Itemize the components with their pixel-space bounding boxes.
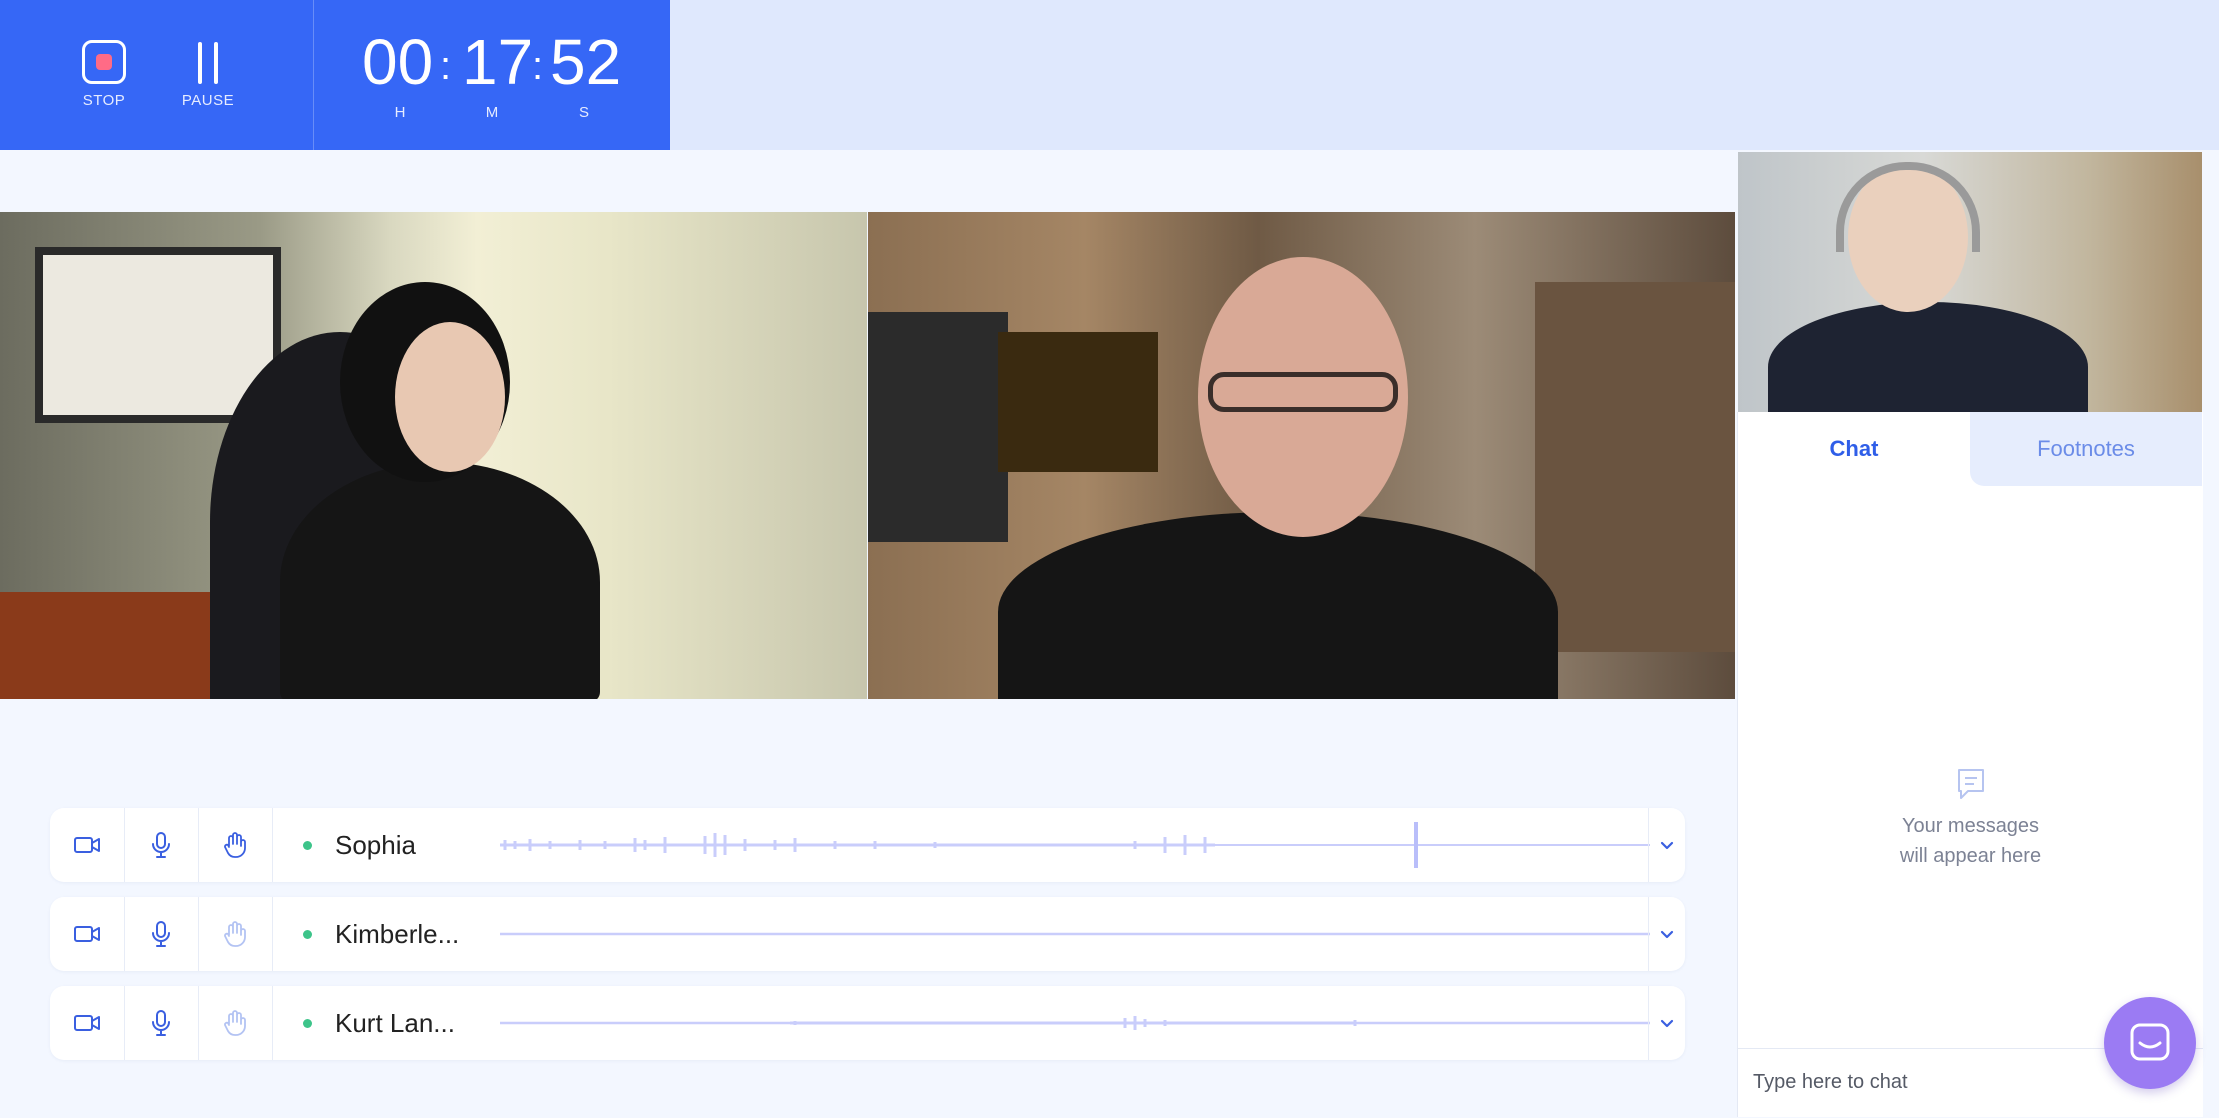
participant-name: Sophia (335, 830, 416, 860)
expand-track-button[interactable] (1648, 808, 1685, 882)
timer-minutes: 17 (462, 26, 534, 98)
track-row: Kurt Lan... (50, 986, 1685, 1060)
mic-toggle[interactable] (124, 986, 199, 1060)
person-body (280, 462, 600, 699)
participant-name: Kimberle... (335, 919, 460, 949)
minutes-label: M (485, 104, 499, 121)
hand-icon (224, 1010, 246, 1036)
video-tile-self (1738, 152, 2202, 412)
seconds-label: S (578, 104, 589, 121)
headphones (1836, 162, 1980, 252)
track-row: Sophia (50, 808, 1685, 882)
raise-hand-toggle[interactable] (198, 808, 273, 882)
stop-icon (82, 40, 126, 84)
stop-label: STOP (82, 92, 126, 109)
mic-toggle[interactable] (124, 808, 199, 882)
mic-toggle[interactable] (124, 897, 199, 971)
timer-seconds: 52 (550, 26, 622, 98)
audio-waveform (500, 822, 1650, 868)
tab-chat[interactable]: Chat (1738, 412, 1970, 486)
hours-label: H (394, 104, 406, 121)
recording-panel: STOP PAUSE 00 : 17 : 52 H M S (0, 0, 670, 150)
glasses (1208, 372, 1398, 412)
messenger-launcher-button[interactable] (2104, 997, 2196, 1089)
chevron-down-icon (1660, 841, 1674, 850)
empty-text-line: Your messages (1901, 815, 2040, 837)
video-camera-icon (74, 837, 100, 853)
person-body (1768, 302, 2088, 412)
video-camera-icon (74, 1015, 100, 1031)
hand-icon (224, 921, 246, 947)
chat-bubble-icon (2130, 1023, 2170, 1061)
chevron-down-icon (1660, 930, 1674, 939)
camera-toggle[interactable] (50, 808, 125, 882)
raise-hand-toggle[interactable] (198, 897, 273, 971)
chat-input-placeholder: Type here to chat (1753, 1071, 1908, 1093)
online-status-dot (303, 841, 312, 850)
microphone-icon (152, 1010, 170, 1036)
message-icon (1957, 769, 1984, 799)
participant-tracks: Sophia Kimberle... Kurt Lan... (50, 808, 1685, 1075)
participant-name: Kurt Lan... (335, 1008, 455, 1038)
camera-toggle[interactable] (50, 897, 125, 971)
expand-track-button[interactable] (1648, 897, 1685, 971)
tab-footnotes[interactable]: Footnotes (1970, 412, 2202, 486)
poster (868, 312, 1008, 542)
online-status-dot (303, 930, 312, 939)
timer-hours: 00 (362, 26, 434, 98)
empty-text-line: will appear here (1899, 845, 2042, 867)
video-tile-sophia (0, 212, 867, 699)
pause-icon (186, 40, 230, 84)
person-face (395, 322, 505, 472)
top-bar: STOP PAUSE 00 : 17 : 52 H M S (0, 0, 2219, 150)
expand-track-button[interactable] (1648, 986, 1685, 1060)
video-tile-participant (868, 212, 1735, 699)
divider (313, 0, 314, 150)
timer-colon: : (440, 44, 452, 88)
chat-empty-state: Your messages will appear here (1738, 767, 2203, 871)
raise-hand-toggle[interactable] (198, 986, 273, 1060)
track-row: Kimberle... (50, 897, 1685, 971)
microphone-icon (152, 921, 170, 947)
video-camera-icon (74, 926, 100, 942)
camera-toggle[interactable] (50, 986, 125, 1060)
audio-waveform (500, 932, 1650, 936)
bookshelf (1535, 282, 1735, 652)
chevron-down-icon (1660, 1019, 1674, 1028)
audio-waveform (500, 1016, 1650, 1030)
timer-colon: : (532, 44, 544, 88)
microphone-icon (152, 832, 170, 858)
poster (998, 332, 1158, 472)
pause-button[interactable]: PAUSE (168, 40, 248, 109)
stop-button[interactable]: STOP (64, 40, 144, 109)
person-body (998, 512, 1558, 699)
online-status-dot (303, 1019, 312, 1028)
pause-label: PAUSE (181, 92, 235, 109)
hand-icon (224, 832, 246, 858)
